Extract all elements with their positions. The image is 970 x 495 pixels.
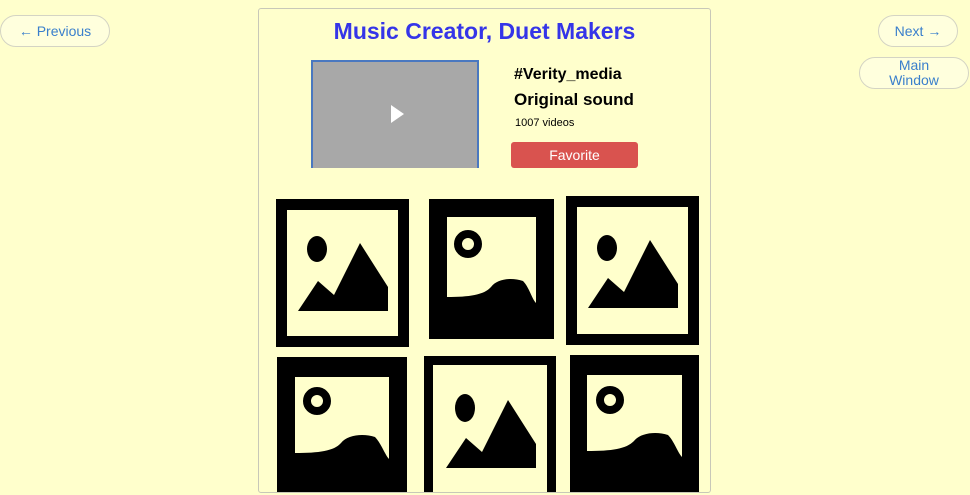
video-thumbnail[interactable] bbox=[424, 356, 556, 492]
landscape-image-icon bbox=[570, 355, 699, 492]
mountain-image-icon bbox=[276, 199, 409, 347]
sound-panel: Music Creator, Duet Makers #Verity_media… bbox=[258, 8, 711, 493]
mountain-image-icon bbox=[424, 356, 556, 492]
favorite-button[interactable]: Favorite bbox=[511, 142, 638, 168]
previous-button[interactable]: ← Previous bbox=[0, 15, 110, 47]
main-window-button[interactable]: Main Window bbox=[859, 57, 969, 89]
video-thumbnail[interactable] bbox=[277, 357, 407, 492]
mountain-image-icon bbox=[566, 196, 699, 345]
landscape-image-icon bbox=[429, 199, 554, 339]
video-player[interactable] bbox=[311, 60, 479, 168]
sound-name: Original sound bbox=[514, 90, 634, 109]
landscape-image-icon bbox=[277, 357, 407, 492]
page-title: Music Creator, Duet Makers bbox=[333, 18, 636, 44]
video-thumbnail[interactable] bbox=[429, 199, 554, 339]
video-count: 1007 videos bbox=[515, 117, 575, 129]
next-button[interactable]: Next → bbox=[878, 15, 958, 47]
video-thumbnail[interactable] bbox=[276, 199, 409, 347]
video-thumbnail[interactable] bbox=[570, 355, 699, 492]
sound-handle: #Verity_media bbox=[514, 66, 622, 83]
play-icon[interactable] bbox=[391, 105, 404, 123]
video-thumbnail[interactable] bbox=[566, 196, 699, 345]
